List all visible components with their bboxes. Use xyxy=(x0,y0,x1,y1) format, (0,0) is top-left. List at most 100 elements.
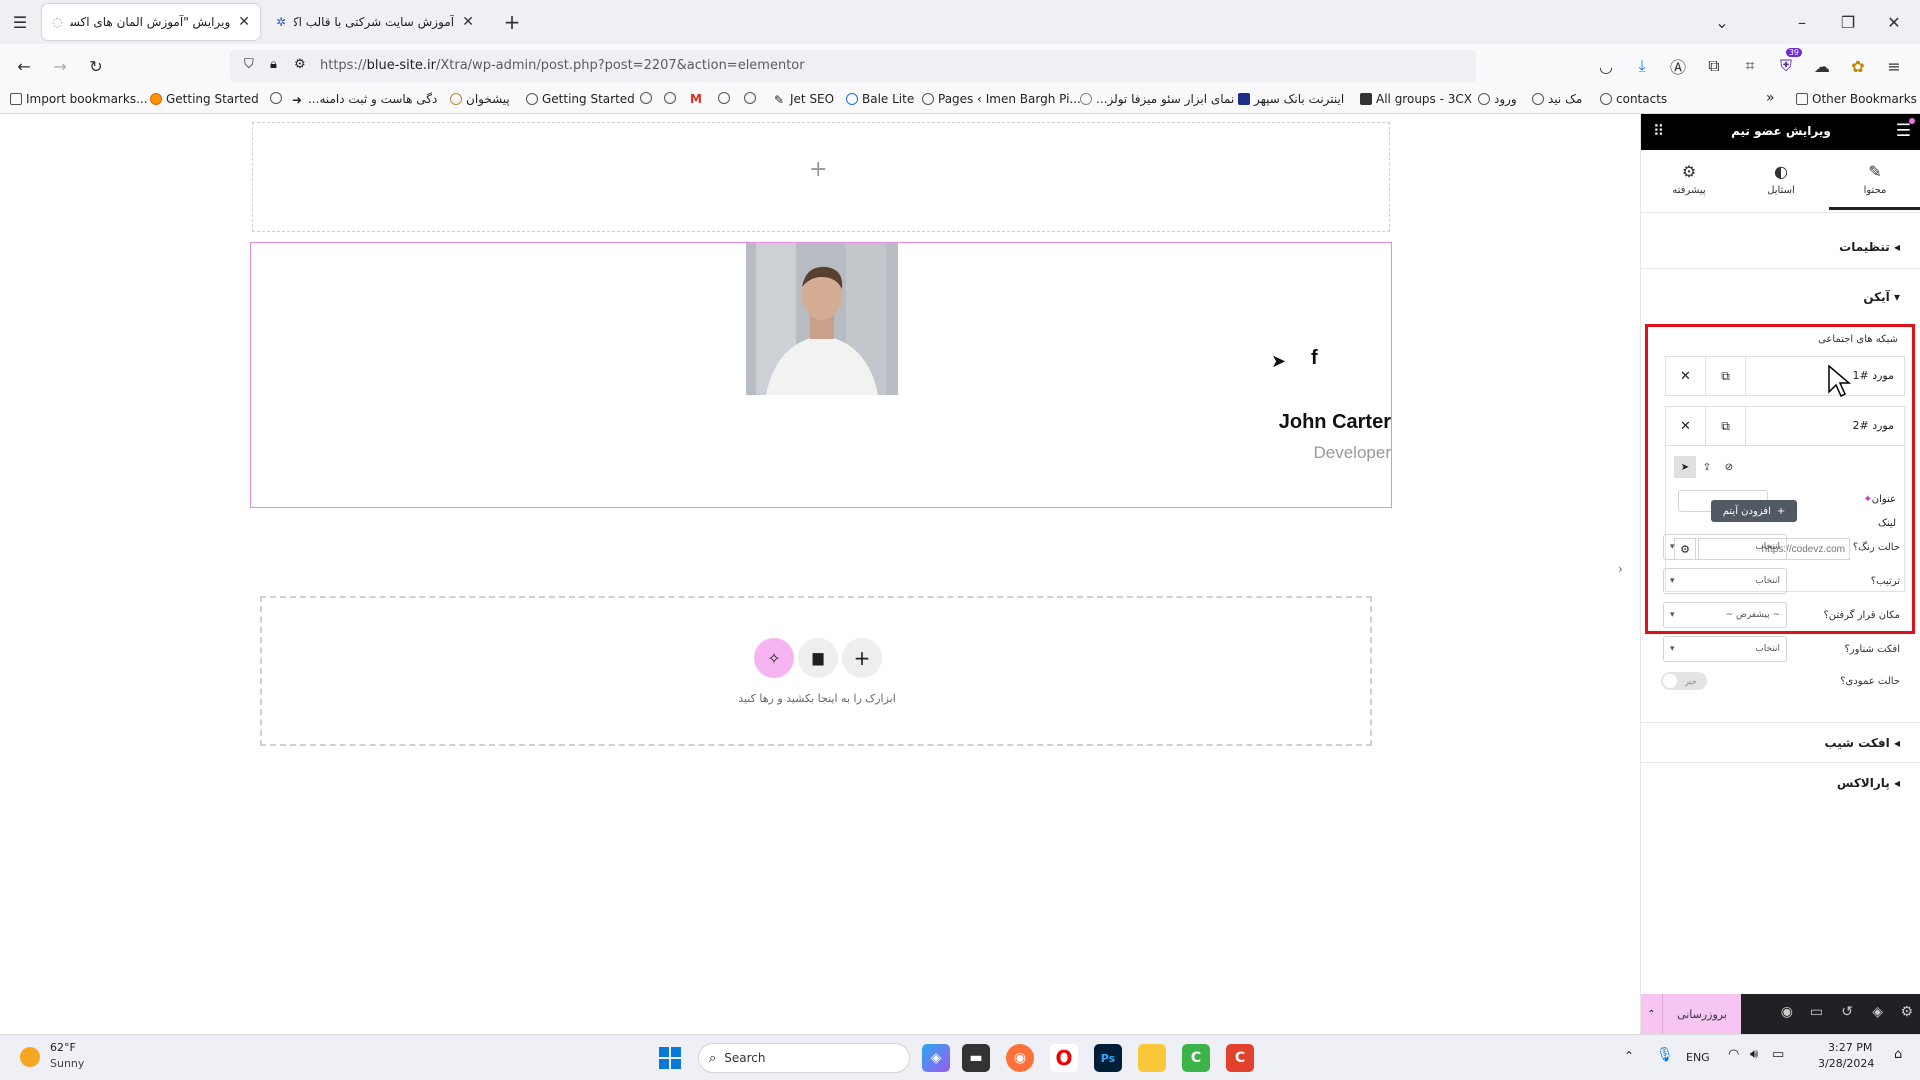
bookmark-item[interactable] xyxy=(744,92,756,104)
close-tab-icon[interactable]: ✕ xyxy=(462,14,474,30)
bookmark-item[interactable]: پیشخوان xyxy=(450,92,510,106)
widgets-grid-icon[interactable]: ⠿ xyxy=(1653,122,1664,140)
drop-zone[interactable]: ✧ ▆ + ابزارک را به اینجا بکشید و رها کنی… xyxy=(260,596,1372,746)
remove-item-icon[interactable]: ✕ xyxy=(1666,407,1706,445)
app-icon-photoshop[interactable]: Ps xyxy=(1094,1044,1122,1072)
remove-item-icon[interactable]: ✕ xyxy=(1666,357,1706,395)
history-icon[interactable]: ↺ xyxy=(1841,1004,1853,1020)
bookmark-item[interactable]: ...نمای ابزار سئو میزفا تولز xyxy=(1080,92,1234,106)
hamburger-menu-icon[interactable]: ☰ xyxy=(1896,121,1911,141)
settings-icon[interactable]: ⚙ xyxy=(1900,1004,1913,1020)
bookmark-item[interactable]: contacts xyxy=(1600,92,1667,106)
bookmark-item[interactable]: Bale Lite xyxy=(846,92,914,106)
app-icon-firefox[interactable]: ◉ xyxy=(1006,1044,1034,1072)
update-button[interactable]: بروزرسانی xyxy=(1663,994,1741,1034)
bookmark-item[interactable]: Getting Started xyxy=(526,92,635,106)
duplicate-item-icon[interactable]: ⧉ xyxy=(1706,357,1746,395)
app-icon-task-view[interactable]: ▬ xyxy=(962,1044,990,1072)
template-library-button[interactable]: ▆ xyxy=(798,638,838,678)
add-new-container-button[interactable]: + xyxy=(842,638,882,678)
url-bar[interactable]: ⛉ 🔒︎ ⚙ https://blue-site.ir/Xtra/wp-admi… xyxy=(230,50,1476,82)
order-select[interactable]: انتخاب ▾ xyxy=(1663,568,1787,594)
hover-effect-select[interactable]: انتخاب ▾ xyxy=(1663,636,1787,662)
new-tab-button[interactable]: + xyxy=(500,10,524,34)
repeater-item-2[interactable]: ✕ ⧉ مورد #2 xyxy=(1665,406,1905,446)
app-icon-file-explorer[interactable] xyxy=(1138,1044,1166,1072)
app-icon-opera[interactable]: O xyxy=(1050,1044,1078,1072)
bookmark-item[interactable] xyxy=(270,92,282,104)
lock-icon[interactable]: 🔒︎ xyxy=(270,57,277,72)
upload-icon[interactable]: ⇪ xyxy=(1696,456,1718,478)
ai-button[interactable]: ✧ xyxy=(754,638,794,678)
clock-time[interactable]: 3:27 PM xyxy=(1828,1041,1872,1054)
cloud-icon[interactable]: ☁ xyxy=(1810,54,1834,78)
wifi-icon[interactable]: ◠ xyxy=(1728,1047,1739,1062)
close-tab-icon[interactable]: ✕ xyxy=(238,14,250,30)
save-options-button[interactable]: ⌃ xyxy=(1641,994,1663,1034)
section-parallax[interactable]: ◂ پارالاکس xyxy=(1837,776,1900,790)
volume-icon[interactable]: 🔊︎ xyxy=(1750,1047,1758,1062)
tab-advanced[interactable]: ⚙ پیشرفته xyxy=(1649,154,1729,196)
empty-section[interactable]: + xyxy=(252,122,1390,232)
bookmark-item[interactable]: ➜ ...دگی هاست و ثبت دامنه xyxy=(292,92,437,107)
section-icon[interactable]: ▾ آیکن xyxy=(1863,290,1900,304)
notifications-icon[interactable]: ⌂ xyxy=(1894,1047,1902,1062)
bookmark-item[interactable]: ✎ Jet SEO xyxy=(774,92,834,107)
telegram-icon[interactable]: ➤ xyxy=(1674,456,1696,478)
bookmark-item[interactable] xyxy=(640,92,652,104)
section-settings[interactable]: ◂ تنظیمات xyxy=(1839,240,1900,254)
start-menu-icon[interactable] xyxy=(656,1044,684,1072)
crop-icon[interactable]: ⌗ xyxy=(1738,54,1762,78)
tab-list-icon[interactable]: ☰ xyxy=(8,10,32,34)
list-all-tabs-icon[interactable]: ⌄ xyxy=(1710,10,1734,34)
browser-tab-active[interactable]: ◌ ویرایش "آموزش المان های اکسترا – ... ✕ xyxy=(42,4,260,40)
bookmark-item[interactable]: M xyxy=(690,92,702,106)
bookmark-item[interactable]: اینترنت بانک سپهر xyxy=(1238,92,1344,106)
panel-collapse-handle[interactable]: › xyxy=(1618,562,1623,576)
microphone-icon[interactable]: 🎙︎ xyxy=(1656,1047,1674,1063)
weather-desc[interactable]: Sunny xyxy=(50,1057,84,1070)
pocket-icon[interactable]: ◡ xyxy=(1594,54,1618,78)
back-icon[interactable]: ← xyxy=(12,54,36,78)
extensions-icon[interactable]: ⧉ xyxy=(1702,54,1726,78)
downloads-icon[interactable]: ⤓ xyxy=(1630,54,1654,78)
bookmark-item[interactable]: ورود xyxy=(1478,92,1517,106)
hidden-icons-chevron-icon[interactable]: ⌃ xyxy=(1624,1049,1634,1063)
duplicate-item-icon[interactable]: ⧉ xyxy=(1706,407,1746,445)
bookmark-item[interactable]: Pages ‹ Imen Bargh Pi... xyxy=(922,92,1081,106)
taskbar-search[interactable]: ⌕ Search xyxy=(698,1043,910,1073)
bookmark-item[interactable] xyxy=(664,92,676,104)
icon-source-toggle[interactable]: ➤ ⇪ ⊘ xyxy=(1674,456,1740,480)
minimize-window-icon[interactable]: – xyxy=(1790,10,1814,34)
url-text[interactable]: https://blue-site.ir/Xtra/wp-admin/post.… xyxy=(320,58,805,73)
browser-tab[interactable]: ✲ آموزش سایت شرکتی با قالب اکس... ✕ xyxy=(266,4,484,40)
more-bookmarks-button[interactable]: » xyxy=(1766,90,1775,106)
bookmark-item[interactable]: All groups - 3CX xyxy=(1360,92,1472,106)
tab-content[interactable]: ✎ محتوا xyxy=(1829,154,1920,210)
restore-window-icon[interactable]: ❐ xyxy=(1836,10,1860,34)
reload-icon[interactable]: ↻ xyxy=(84,54,108,78)
vertical-mode-toggle[interactable]: خیر xyxy=(1661,672,1707,690)
team-member-widget[interactable]: ➤ f John Carter Developer xyxy=(250,242,1392,508)
clock-date[interactable]: 3/28/2024 xyxy=(1818,1057,1874,1070)
bookmark-item[interactable]: مک نید xyxy=(1532,92,1582,106)
weather-temp[interactable]: 62°F xyxy=(50,1041,76,1054)
facebook-icon[interactable]: f xyxy=(1311,347,1318,370)
extension-badge-icon[interactable]: ⛨ 39 xyxy=(1774,48,1802,78)
close-window-icon[interactable]: ✕ xyxy=(1882,10,1906,34)
bookmark-item[interactable] xyxy=(718,92,730,104)
bookmark-item[interactable]: Getting Started xyxy=(150,92,259,106)
repeater-item-1[interactable]: ✕ ⧉ مورد #1 xyxy=(1665,356,1905,396)
shield-icon[interactable]: ⛉ xyxy=(244,57,254,72)
other-bookmarks-folder[interactable]: Other Bookmarks xyxy=(1796,92,1917,106)
app-icon-camtasia[interactable]: C xyxy=(1182,1044,1210,1072)
battery-icon[interactable]: ▭ xyxy=(1772,1047,1784,1062)
add-item-button[interactable]: + افزودن آیتم xyxy=(1711,500,1797,522)
navigator-icon[interactable]: ◈ xyxy=(1872,1004,1883,1020)
weather-sun-icon[interactable] xyxy=(20,1047,40,1067)
app-icon-camtasia-recorder[interactable]: C xyxy=(1226,1044,1254,1072)
forward-icon[interactable]: → xyxy=(48,54,72,78)
none-icon[interactable]: ⊘ xyxy=(1718,456,1740,478)
language-indicator[interactable]: ENG xyxy=(1686,1051,1710,1064)
addon-icon[interactable]: ✿ xyxy=(1846,54,1870,78)
